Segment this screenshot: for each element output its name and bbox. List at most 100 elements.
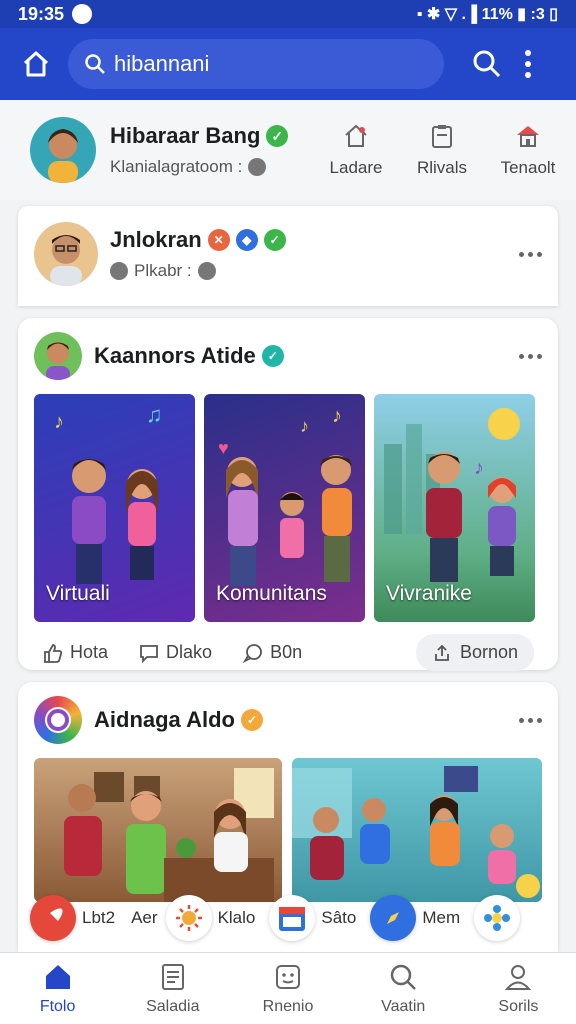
search-icon xyxy=(85,54,105,74)
chip-label: Mem xyxy=(422,908,461,927)
svg-text:♪: ♪ xyxy=(474,457,484,479)
avatar[interactable] xyxy=(30,117,96,183)
nav-item-sorils[interactable]: Sorils xyxy=(461,953,576,1024)
search-input[interactable]: hibannani xyxy=(68,39,444,89)
post-author-row: Jnlokran ✕ ◆ ✓ xyxy=(110,227,286,253)
globe-icon xyxy=(197,262,216,280)
chip-lbt2[interactable]: Lbt2 xyxy=(30,895,115,941)
post-card: Kaannors Atide ✓ ♪ ♫ Virtuali ♥ ♪ ♪ Komu… xyxy=(18,318,558,671)
thumbs-up-icon xyxy=(44,643,63,663)
quick-action-ladare[interactable]: Ladare xyxy=(324,122,388,178)
thumbnail-caption: Komunitans xyxy=(216,582,327,605)
more-menu-button[interactable] xyxy=(522,50,534,78)
chip-aer[interactable]: Aer xyxy=(131,908,157,928)
chip-label: Aer xyxy=(131,908,158,927)
notification-icon xyxy=(72,4,93,24)
post-author[interactable]: Aidnaga Aldo xyxy=(94,707,235,733)
post-options-button[interactable] xyxy=(519,251,542,257)
chat-label: B0n xyxy=(270,642,303,662)
like-label: Hota xyxy=(70,642,109,662)
profile-subtitle: Klanialagratoom : xyxy=(110,157,243,176)
ring-logo-icon xyxy=(45,707,71,733)
home-icon xyxy=(23,51,49,77)
chip-label: Sâto xyxy=(321,908,357,927)
verified-icon: ✓ xyxy=(261,345,284,367)
rocket-icon xyxy=(30,895,76,941)
media-thumbnail[interactable]: ♥ ♪ ♪ Komunitans xyxy=(204,394,365,622)
post-options-button[interactable] xyxy=(519,353,542,359)
globe-icon xyxy=(248,158,267,176)
avatar[interactable] xyxy=(34,696,82,744)
globe-icon xyxy=(110,262,128,280)
like-button[interactable]: Hota xyxy=(42,642,108,664)
post-meta-row: Plkabr : xyxy=(110,261,286,281)
share-label: Bornon xyxy=(459,642,518,662)
post-author[interactable]: Jnlokran xyxy=(110,227,202,253)
profile-icon xyxy=(505,964,532,990)
chip-flower[interactable] xyxy=(474,895,521,941)
nav-label: Vaatin xyxy=(381,997,426,1015)
status-time: 19:35 xyxy=(18,3,65,24)
chip-mem[interactable]: Mem xyxy=(370,895,460,941)
comment-button[interactable]: Dlako xyxy=(138,642,212,664)
chip-klalo[interactable]: Klalo xyxy=(165,895,255,941)
verified-icon: ✓ xyxy=(266,125,289,147)
media-thumbnail[interactable] xyxy=(34,758,282,902)
status-indicators: ▪ ✱ ▽ .▐ 11% ▮ :3 ▯ xyxy=(416,6,558,23)
nav-item-rnenio[interactable]: Rnenio xyxy=(230,953,345,1024)
badge-icon: ✕ xyxy=(207,229,230,251)
flower-icon xyxy=(474,895,521,941)
profile-name-row: Hibaraar Bang ✓ xyxy=(110,123,310,149)
media-thumbnail[interactable]: ♪ Vivranike xyxy=(374,394,535,622)
media-thumbnail[interactable] xyxy=(292,758,542,902)
home-button[interactable] xyxy=(18,46,54,82)
quick-action-tenaolt[interactable]: Tenaolt xyxy=(496,122,560,178)
sun-icon xyxy=(165,895,212,941)
nav-item-saladia[interactable]: Saladia xyxy=(115,953,230,1024)
post-author-row: Kaannors Atide ✓ xyxy=(94,343,284,369)
chat-bubble-icon xyxy=(242,643,262,663)
search-icon xyxy=(390,964,417,990)
svg-text:♫: ♫ xyxy=(146,402,163,427)
avatar[interactable] xyxy=(34,222,98,286)
boy-avatar-icon xyxy=(46,342,70,380)
house-red-icon xyxy=(517,126,539,147)
quick-action-rlivals[interactable]: Rlivals xyxy=(410,122,474,178)
post-options-button[interactable] xyxy=(519,717,542,723)
search-button[interactable] xyxy=(470,47,504,81)
share-button[interactable]: Bornon xyxy=(415,634,534,671)
nav-item-home[interactable]: Ftolo xyxy=(0,953,115,1024)
comment-label: Dlako xyxy=(166,642,213,662)
media-thumbnail[interactable]: ♪ ♫ Virtuali xyxy=(34,394,195,622)
svg-text:♪: ♪ xyxy=(300,416,309,436)
profile-name[interactable]: Hibaraar Bang xyxy=(110,123,260,149)
avatar[interactable] xyxy=(34,332,82,380)
media-gallery xyxy=(18,758,558,902)
share-icon xyxy=(435,644,449,661)
status-bar: 19:35 ▪ ✱ ▽ .▐ 11% ▮ :3 ▯ xyxy=(0,0,576,28)
home-icon xyxy=(45,964,70,989)
nav-label: Saladia xyxy=(146,997,200,1015)
svg-text:♪: ♪ xyxy=(332,405,342,427)
post-author[interactable]: Kaannors Atide xyxy=(94,343,256,369)
calendar-icon xyxy=(269,895,316,941)
verified-icon: ✓ xyxy=(240,709,263,731)
home-icon xyxy=(345,124,367,147)
chat-button[interactable]: B0n xyxy=(242,642,302,664)
clipboard-icon xyxy=(432,125,452,148)
quick-action-label: Rlivals xyxy=(416,158,468,177)
man-avatar-icon xyxy=(50,235,82,286)
quick-actions: Ladare Rlivals Tenaolt xyxy=(324,122,560,178)
svg-text:♥: ♥ xyxy=(218,438,229,458)
search-query: hibannani xyxy=(114,51,210,76)
thumbnail-caption: Virtuali xyxy=(46,582,110,605)
document-icon xyxy=(161,963,184,990)
girl-avatar-icon xyxy=(48,129,78,183)
chip-sato[interactable]: Sâto xyxy=(269,895,356,941)
smiley-box-icon xyxy=(276,964,300,989)
nav-item-vaatin[interactable]: Vaatin xyxy=(346,953,461,1024)
nav-label: Ftolo xyxy=(39,997,76,1015)
compass-icon xyxy=(370,895,417,941)
comment-icon xyxy=(140,644,158,663)
reaction-chips: Lbt2 Aer Klalo Sâto Mem xyxy=(30,895,521,941)
